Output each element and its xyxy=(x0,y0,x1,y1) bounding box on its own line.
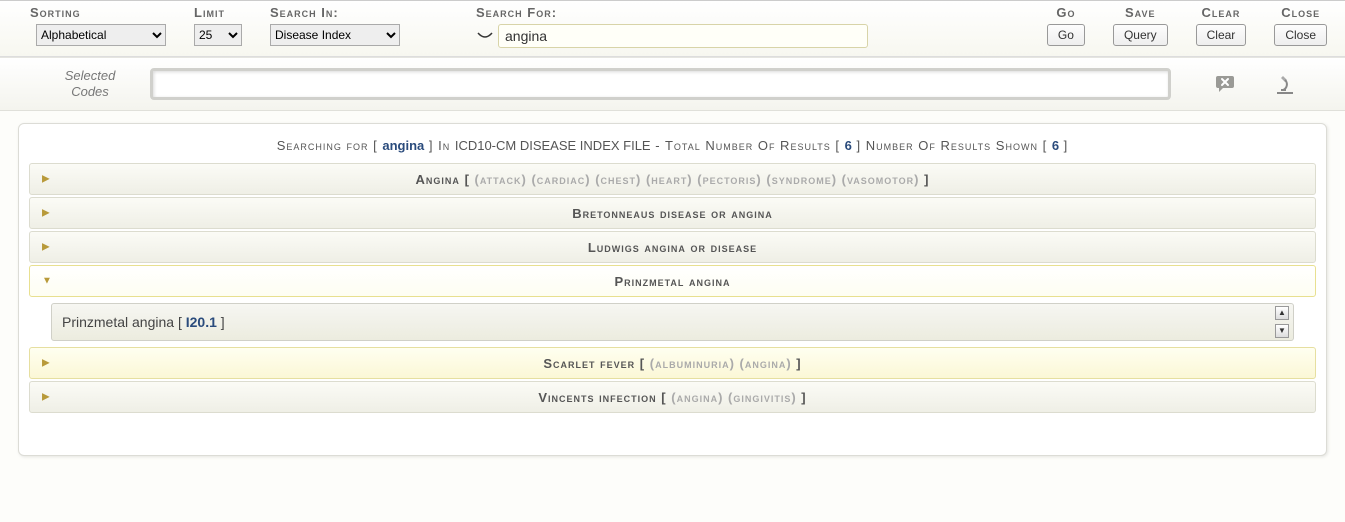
search-input[interactable] xyxy=(498,24,868,48)
result-row-scarlet-fever[interactable]: ▶ Scarlet fever [ (albuminuria) (angina)… xyxy=(29,347,1316,379)
search-in-select[interactable]: Disease Index xyxy=(270,24,400,46)
go-label: Go xyxy=(1056,5,1075,20)
scroll-down-icon[interactable]: ▼ xyxy=(1275,324,1289,338)
result-title: Prinzmetal angina xyxy=(614,274,730,289)
sorting-label: Sorting xyxy=(30,5,166,20)
results-summary: Searching for [ angina ] In ICD10-CM DIS… xyxy=(29,138,1316,153)
clear-button[interactable]: Clear xyxy=(1196,24,1247,46)
summary-shown: 6 xyxy=(1052,138,1059,153)
selected-codes-label: Selected Codes xyxy=(30,68,150,99)
search-for-label: Search For: xyxy=(476,5,868,20)
microscope-icon[interactable] xyxy=(1271,72,1299,96)
result-row-vincents[interactable]: ▶ Vincents infection [ (angina) (gingivi… xyxy=(29,381,1316,413)
limit-label: Limit xyxy=(194,5,242,20)
save-query-button[interactable]: Query xyxy=(1113,24,1168,46)
result-row-bretonneaus[interactable]: ▶ Bretonneaus disease or angina xyxy=(29,197,1316,229)
close-label: Close xyxy=(1281,5,1320,20)
save-label: Save xyxy=(1125,5,1156,20)
results-panel: Searching for [ angina ] In ICD10-CM DIS… xyxy=(18,123,1327,456)
scroll-up-icon[interactable]: ▲ xyxy=(1275,306,1289,320)
sorting-group: Sorting Alphabetical xyxy=(20,5,176,46)
expand-icon: ▶ xyxy=(42,174,50,185)
search-in-label: Search In: xyxy=(270,5,400,20)
search-in-group: Search In: Disease Index xyxy=(260,5,410,46)
selected-codes-input[interactable] xyxy=(150,68,1171,100)
result-row-angina[interactable]: ▶ Angina [ (attack) (cardiac) (chest) (h… xyxy=(29,163,1316,195)
summary-total: 6 xyxy=(845,138,852,153)
detail-scrollbar[interactable]: ▲ ▼ xyxy=(1275,306,1291,338)
clear-label: Clear xyxy=(1202,5,1241,20)
go-button[interactable]: Go xyxy=(1047,24,1085,46)
detail-label: Prinzmetal angina xyxy=(62,314,174,330)
limit-select[interactable]: 25 xyxy=(194,24,242,46)
expand-icon: ▶ xyxy=(42,392,50,403)
result-row-prinzmetal[interactable]: ▼ Prinzmetal angina xyxy=(29,265,1316,297)
expand-icon: ▶ xyxy=(42,242,50,253)
result-row-ludwigs[interactable]: ▶ Ludwigs angina or disease xyxy=(29,231,1316,263)
sorting-select[interactable]: Alphabetical xyxy=(36,24,166,46)
expand-icon: ▶ xyxy=(42,208,50,219)
detail-code: I20.1 xyxy=(186,314,217,330)
search-toolbar: Sorting Alphabetical Limit 25 Search In:… xyxy=(0,0,1345,57)
action-buttons: Go Go Save Query Clear Clear Close Close xyxy=(1037,5,1345,46)
result-title: Ludwigs angina or disease xyxy=(588,240,757,255)
collapse-icon: ▼ xyxy=(42,276,52,287)
search-icon xyxy=(476,29,494,43)
close-button[interactable]: Close xyxy=(1274,24,1327,46)
result-title: Vincents infection [ (angina) (gingiviti… xyxy=(538,390,806,405)
clear-codes-icon[interactable] xyxy=(1211,72,1239,96)
expand-icon: ▶ xyxy=(42,358,50,369)
limit-group: Limit 25 xyxy=(184,5,252,46)
selected-codes-bar: Selected Codes xyxy=(0,57,1345,111)
summary-term: angina xyxy=(382,138,424,153)
result-detail-prinzmetal[interactable]: Prinzmetal angina [ I20.1 ] ▲ ▼ xyxy=(51,303,1294,341)
result-title: Scarlet fever [ (albuminuria) (angina) ] xyxy=(543,356,801,371)
result-title: Angina [ (attack) (cardiac) (chest) (hea… xyxy=(416,172,930,187)
search-for-group: Search For: xyxy=(466,5,878,48)
result-title: Bretonneaus disease or angina xyxy=(572,206,773,221)
